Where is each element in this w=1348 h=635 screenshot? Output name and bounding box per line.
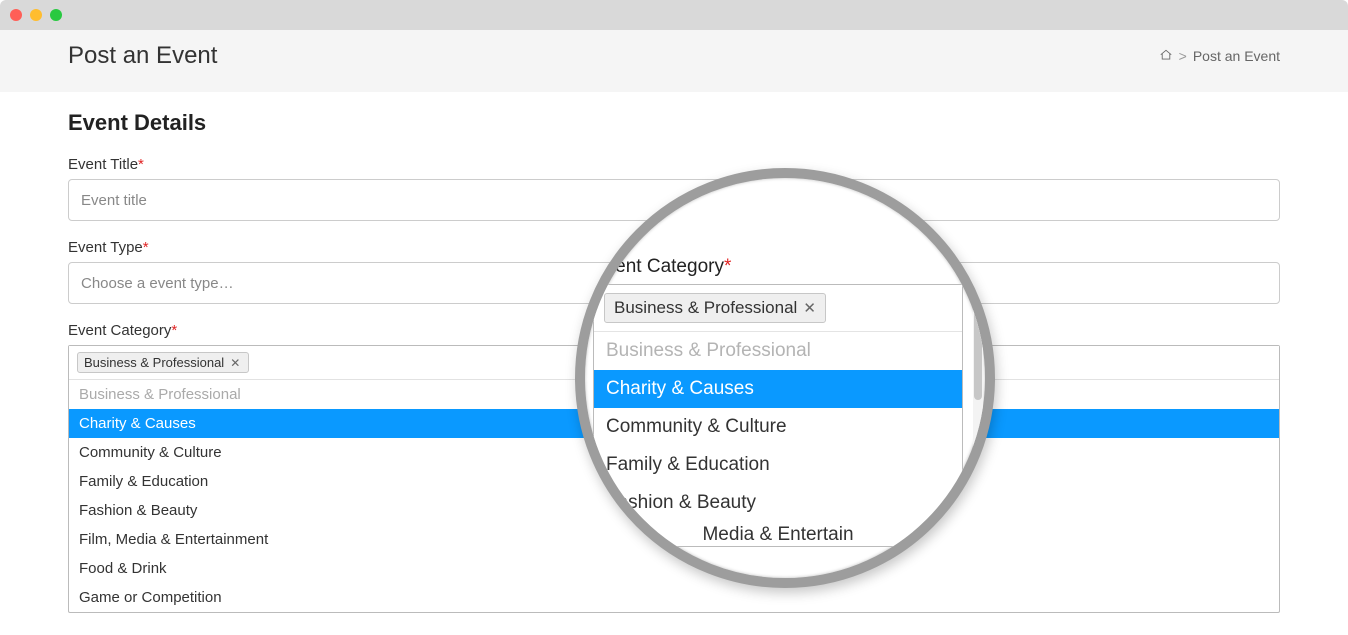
multiselect-options[interactable]: Business & ProfessionalCharity & CausesC… (69, 380, 1279, 612)
breadcrumb-current: Post an Event (1193, 48, 1280, 64)
category-option[interactable]: Community & Culture (69, 438, 1279, 467)
section-title: Event Details (68, 110, 1280, 136)
breadcrumb-separator-icon: > (1179, 48, 1187, 64)
event-title-input[interactable] (68, 179, 1280, 221)
field-event-category: Event Category* Business & Professional … (68, 322, 1280, 613)
category-tag-business[interactable]: Business & Professional ✕ (77, 352, 249, 373)
breadcrumb: > Post an Event (1159, 48, 1280, 65)
event-type-label: Event Type* (68, 239, 1280, 256)
window-minimize-icon[interactable] (30, 9, 42, 21)
event-type-select[interactable] (68, 262, 1280, 304)
tag-label: Business & Professional (84, 355, 224, 370)
category-option[interactable]: Film, Media & Entertainment (69, 525, 1279, 554)
multiselect-tag-area[interactable]: Business & Professional ✕ (69, 346, 1279, 380)
required-icon: * (143, 239, 149, 256)
remove-tag-icon[interactable]: ✕ (228, 356, 242, 370)
field-event-title: Event Title* (68, 156, 1280, 221)
required-icon: * (171, 322, 177, 339)
category-option[interactable]: Family & Education (69, 467, 1279, 496)
home-icon[interactable] (1159, 48, 1173, 65)
event-title-label: Event Title* (68, 156, 1280, 173)
page-header: Post an Event > Post an Event (0, 30, 1348, 92)
category-option[interactable]: Fashion & Beauty (69, 496, 1279, 525)
field-event-type: Event Type* (68, 239, 1280, 304)
category-option[interactable]: Food & Drink (69, 554, 1279, 583)
category-option[interactable]: Charity & Causes (69, 409, 1279, 438)
window-close-icon[interactable] (10, 9, 22, 21)
event-category-label: Event Category* (68, 322, 1280, 339)
window-titlebar (0, 0, 1348, 30)
category-option[interactable]: Game or Competition (69, 583, 1279, 612)
content-area: Event Details Event Title* Event Type* E… (0, 92, 1348, 613)
event-category-multiselect[interactable]: Business & Professional ✕ Business & Pro… (68, 345, 1280, 613)
category-option: Business & Professional (69, 380, 1279, 409)
page-title: Post an Event (68, 42, 217, 70)
window-maximize-icon[interactable] (50, 9, 62, 21)
required-icon: * (138, 156, 144, 173)
